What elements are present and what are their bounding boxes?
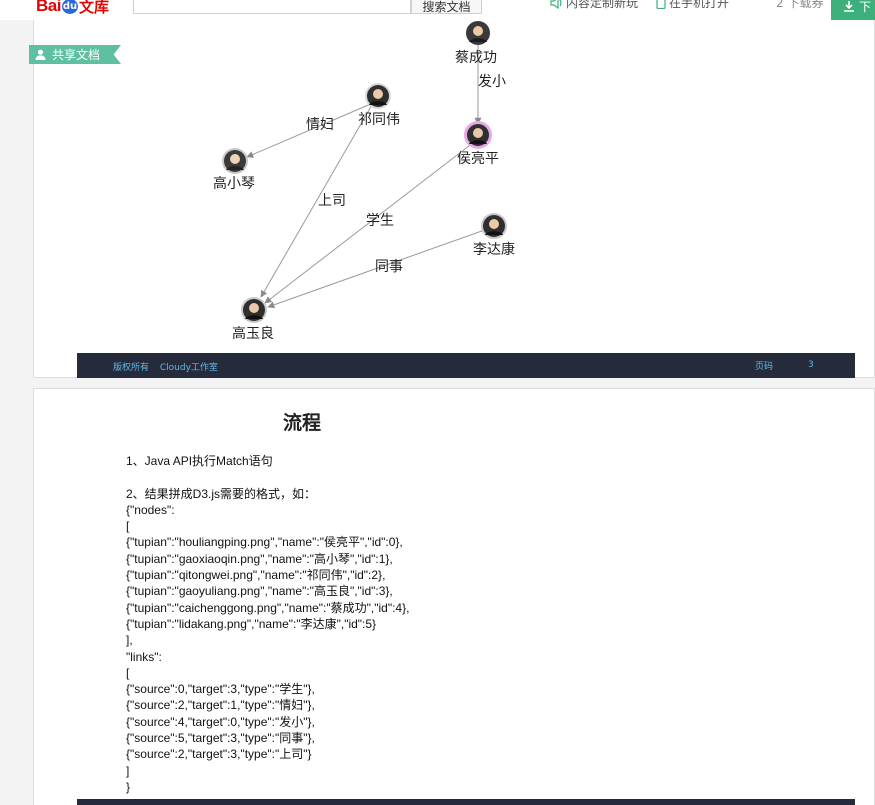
- node-label: 侯亮平: [457, 150, 499, 167]
- node-label: 高玉良: [232, 325, 274, 342]
- doc-line: }: [126, 779, 131, 794]
- nav-phone-label: 在手机打开: [669, 0, 730, 10]
- footer-page-number: 3: [808, 360, 814, 370]
- download-icon: [844, 1, 854, 12]
- search-input[interactable]: [133, 0, 411, 14]
- phone-icon: [656, 0, 666, 9]
- link-label: 发小: [478, 74, 506, 90]
- doc-line: {"nodes":: [126, 502, 175, 517]
- nav-open-on-phone[interactable]: 在手机打开: [656, 0, 729, 11]
- link-label: 同事: [375, 259, 403, 275]
- node-caichenggong[interactable]: [466, 21, 490, 45]
- node-qitongwei[interactable]: [365, 83, 391, 109]
- doc-line: {"source":4,"target":0,"type":"发小"},: [126, 714, 315, 729]
- node-label: 蔡成功: [455, 50, 497, 66]
- doc-line: {"source":0,"target":3,"type":"学生"},: [126, 682, 315, 697]
- doc-line: {"tupian":"caichenggong.png","name":"蔡成功…: [126, 600, 410, 615]
- download-button[interactable]: 下: [831, 0, 875, 20]
- logo-wenku: 文库: [78, 0, 109, 16]
- link-label: 上司: [318, 193, 346, 209]
- top-bar: Bai du 文库 搜索文档 内容定制新玩 在手机打开 2 下载券 下: [0, 0, 875, 20]
- node-houliangping[interactable]: [464, 121, 492, 149]
- speaker-icon: [550, 0, 562, 9]
- node-label: 李达康: [473, 241, 515, 258]
- footer-page-label: 页码: [755, 362, 774, 372]
- download-voucher-count: 2 下载券: [776, 0, 824, 10]
- footer-copyright-text: 版权所有: [113, 363, 150, 373]
- document-body: 1、Java API执行Match语句 2、结果拼成D3.js需要的格式，如： …: [126, 453, 409, 795]
- doc-line: [126, 469, 409, 485]
- doc-line: {"tupian":"gaoyuliang.png","name":"高玉良",…: [126, 584, 393, 599]
- link-label: 情妇: [306, 116, 334, 133]
- doc-line: 2、结果拼成D3.js需要的格式，如：: [126, 486, 317, 501]
- doc-line: {"tupian":"houliangping.png","name":"侯亮平…: [126, 535, 403, 550]
- doc-line: {"source":5,"target":3,"type":"同事"},: [126, 731, 315, 746]
- doc-line: {"tupian":"qitongwei.png","name":"祁同伟","…: [126, 568, 386, 583]
- page-footer-2: [77, 799, 855, 805]
- logo-bai: Bai: [36, 0, 61, 15]
- doc-line: {"source":2,"target":3,"type":"上司"}: [126, 747, 312, 762]
- footer-studio-text: Cloudy工作室: [159, 363, 218, 373]
- section-title: 流程: [283, 412, 322, 434]
- relationship-graph: 发小 情妇 学生 上司 同事 蔡成功 祁同伟 侯亮平 高小琴 李达康 高玉良: [213, 21, 515, 342]
- page-footer: 版权所有 Cloudy工作室 页码 3: [77, 353, 855, 378]
- node-gaoxiaoqin[interactable]: [222, 148, 248, 174]
- doc-line: 1、Java API执行Match语句: [126, 454, 273, 468]
- node-gaoyuliang[interactable]: [241, 297, 267, 323]
- footer-copyright: 版权所有 Cloudy工作室: [113, 360, 226, 373]
- nav-custom-label: 内容定制新玩: [566, 0, 639, 10]
- doc-line: {"source":2,"target":1,"type":"情妇"},: [126, 698, 315, 713]
- node-label: 祁同伟: [358, 112, 400, 128]
- doc-line: ],: [126, 633, 133, 648]
- doc-line: ]: [126, 763, 130, 778]
- baidu-wenku-logo[interactable]: Bai du 文库: [36, 0, 109, 17]
- doc-line: {"tupian":"lidakang.png","name":"李达康","i…: [126, 616, 377, 631]
- download-button-label: 下: [859, 0, 872, 14]
- node-label: 高小琴: [213, 175, 255, 192]
- logo-du-paw: du: [61, 0, 78, 14]
- node-lidakang[interactable]: [481, 213, 507, 239]
- doc-line: [: [126, 665, 130, 680]
- doc-line: [: [126, 519, 130, 534]
- doc-line: "links":: [126, 649, 162, 664]
- doc-line: {"tupian":"gaoxiaoqin.png","name":"高小琴",…: [126, 551, 393, 566]
- search-button[interactable]: 搜索文档: [411, 0, 482, 14]
- nav-custom-content[interactable]: 内容定制新玩: [549, 0, 638, 11]
- link-label: 学生: [366, 213, 394, 229]
